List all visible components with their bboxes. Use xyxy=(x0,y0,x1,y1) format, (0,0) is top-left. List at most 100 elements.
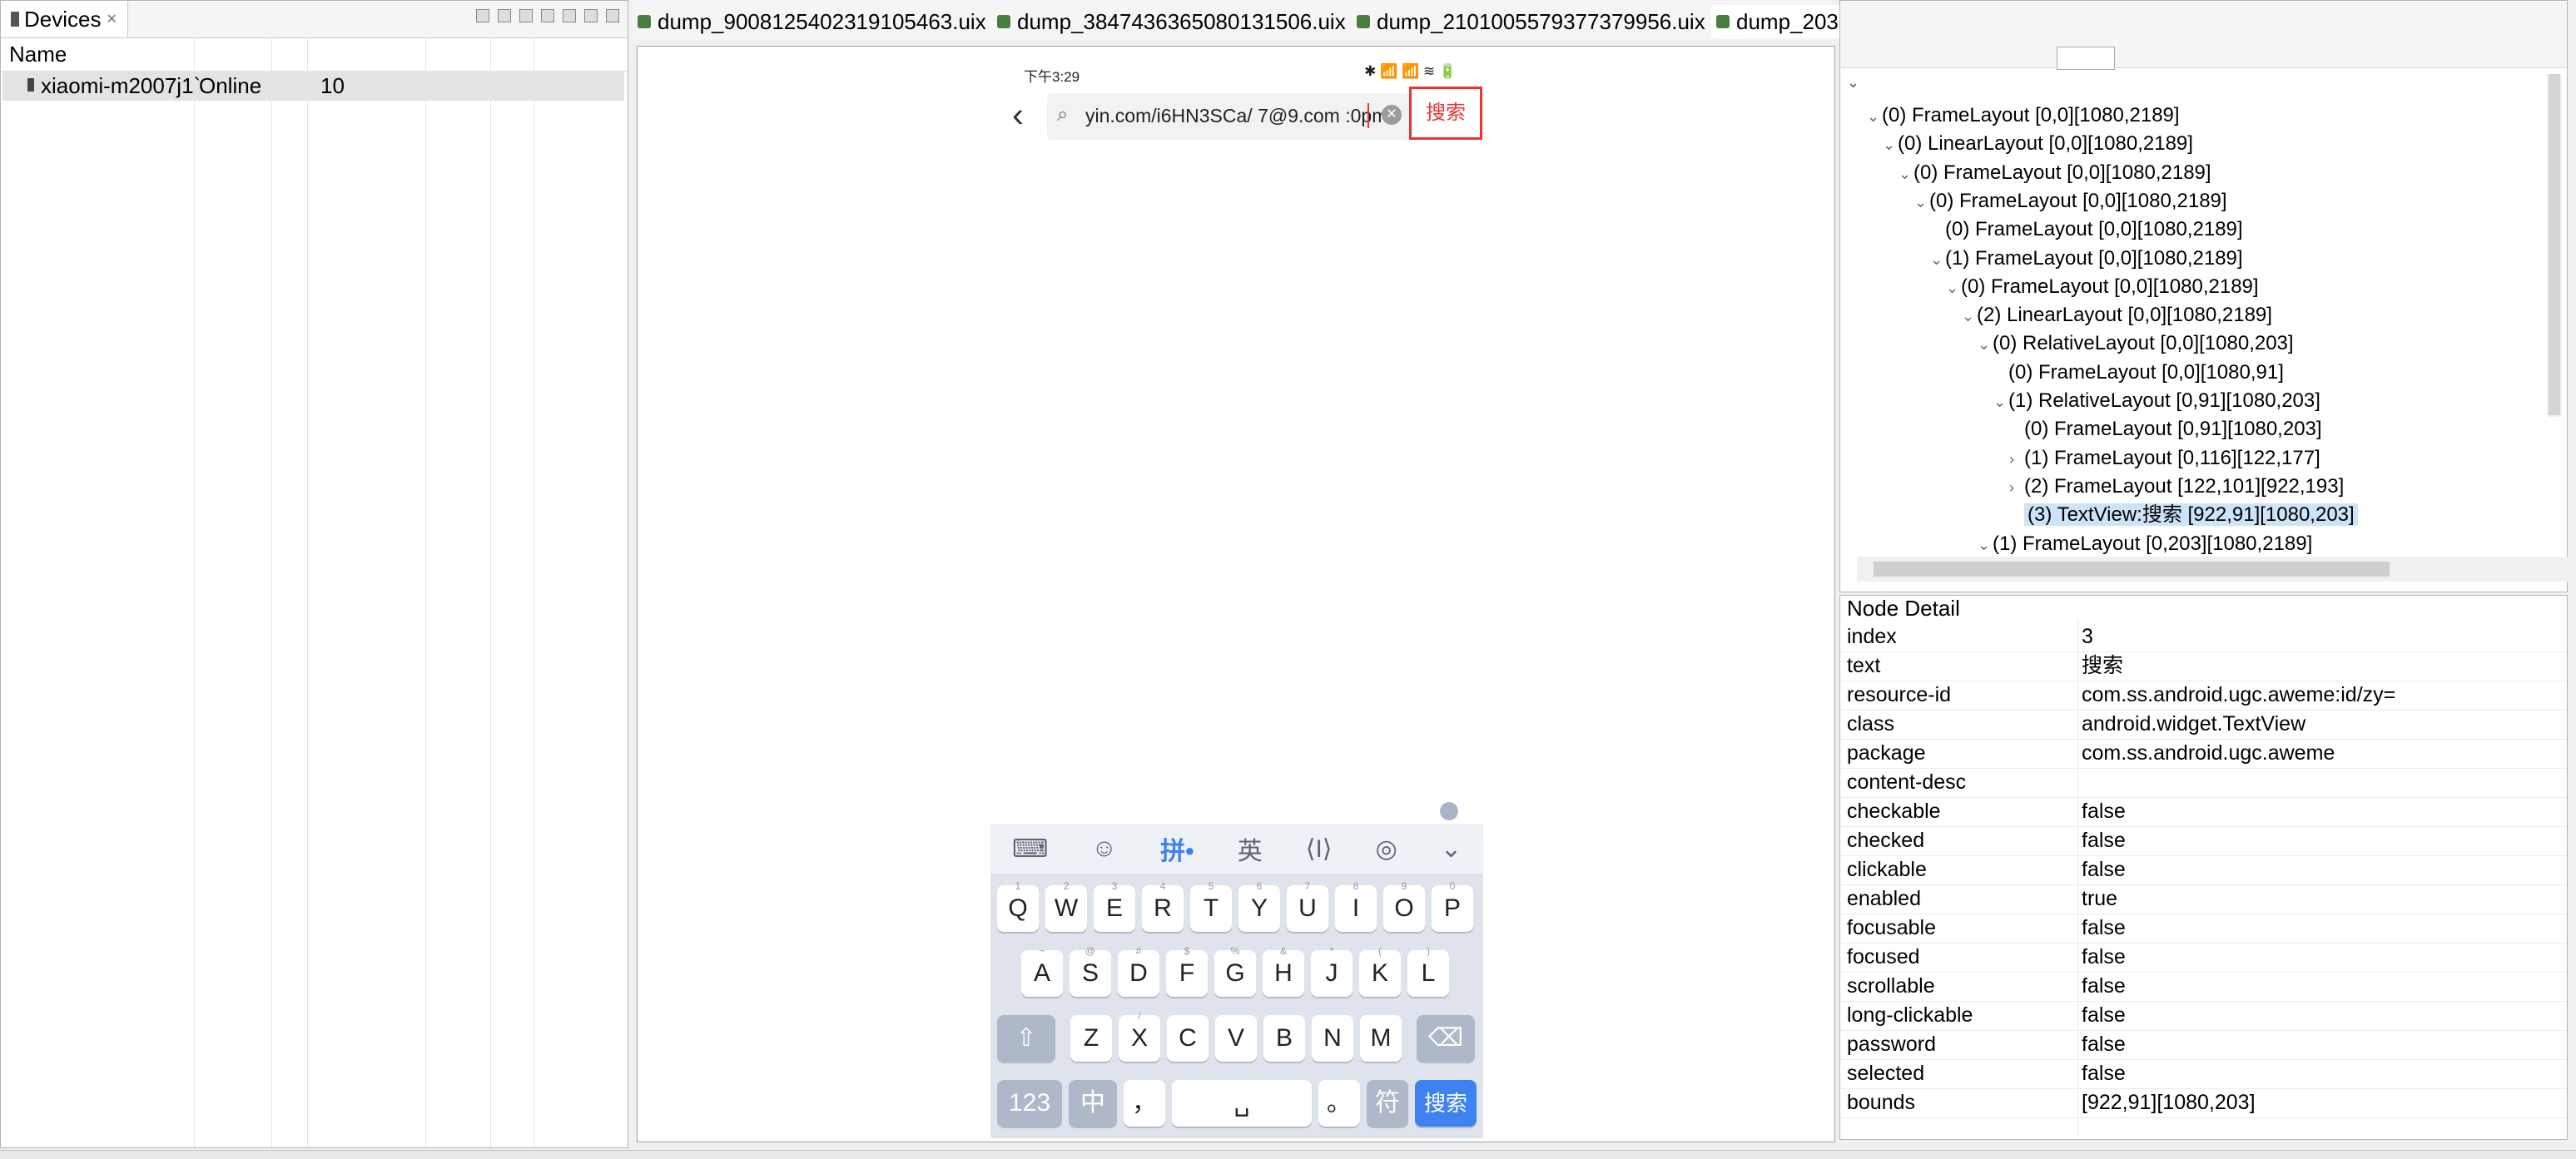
pinyin-mode[interactable]: 拼• xyxy=(1160,830,1194,867)
key-q[interactable]: 1Q xyxy=(997,880,1039,932)
collapse-icon[interactable]: ⌄ xyxy=(1847,74,1859,92)
expand-icon[interactable]: › xyxy=(2009,474,2024,501)
screenshot-icon[interactable] xyxy=(563,9,576,22)
device-row[interactable]: xiaomi-m2007j1` Online 10 xyxy=(2,71,624,101)
key-f[interactable]: $ F xyxy=(1166,945,1208,997)
tree-node[interactable]: ⌄ (0) FrameLayout [0,0][1080,2189] xyxy=(1867,102,2180,129)
key-w[interactable]: 2W xyxy=(1045,880,1087,932)
tree-node[interactable]: ⌄ (0) FrameLayout [0,0][1080,2189] xyxy=(1898,160,2211,186)
key-t[interactable]: 5T xyxy=(1190,880,1232,932)
expand-icon[interactable]: ⌄ xyxy=(1867,103,1882,130)
tree-vscroll[interactable] xyxy=(2547,74,2562,417)
detail-row[interactable]: long-clickable false xyxy=(1840,1001,2567,1031)
debug-icon[interactable] xyxy=(476,9,489,22)
key-c[interactable]: C xyxy=(1167,1015,1209,1062)
tree-node[interactable]: (3) TextView:搜索 [922,91][1080,203] xyxy=(2009,502,2358,528)
key-l[interactable]: ) L xyxy=(1407,945,1449,997)
key-u[interactable]: 7U xyxy=(1287,880,1328,932)
close-icon[interactable]: ✕ xyxy=(106,11,117,27)
key-x[interactable]: / X xyxy=(1119,1010,1160,1062)
tree-node[interactable]: ⌄ (1) RelativeLayout [0,91][1080,203] xyxy=(1993,388,2320,414)
menu-icon[interactable] xyxy=(606,9,619,22)
tree-node[interactable]: ⌄ (1) FrameLayout [0,203][1080,2189] xyxy=(1978,531,2312,557)
heap-icon[interactable] xyxy=(498,9,511,22)
expand-icon[interactable]: ⌄ xyxy=(1962,303,1977,329)
expand-icon[interactable]: ⌄ xyxy=(1978,331,1993,358)
key-e[interactable]: 3E xyxy=(1094,880,1135,932)
symbol-key[interactable]: 符 xyxy=(1367,1080,1408,1127)
expand-icon[interactable]: ⌄ xyxy=(1930,246,1945,273)
detail-row[interactable]: class android.widget.TextView xyxy=(1840,710,2567,740)
detail-row[interactable]: focused false xyxy=(1840,943,2567,973)
stop-icon[interactable] xyxy=(541,9,554,22)
search-button[interactable]: 搜索 xyxy=(1409,87,1482,140)
expand-icon[interactable]: ⌄ xyxy=(1946,275,1961,301)
editor-tab[interactable]: dump_3847436365080131506.uix xyxy=(992,5,1346,38)
hide-keyboard-icon[interactable]: ⌄ xyxy=(1441,835,1462,864)
shift-key[interactable]: ⇧ xyxy=(997,1015,1055,1062)
expand-icon[interactable]: ⌄ xyxy=(1914,189,1929,215)
detail-row[interactable]: checked false xyxy=(1840,826,2567,856)
key-d[interactable]: # D xyxy=(1118,945,1159,997)
key-r[interactable]: 4R xyxy=(1142,880,1184,932)
tree-node[interactable]: ⌄ (1) FrameLayout [0,0][1080,2189] xyxy=(1930,245,2243,272)
key-z[interactable]: Z xyxy=(1070,1015,1112,1062)
key-a[interactable]: ~ A xyxy=(1021,945,1063,997)
clear-icon[interactable]: ✕ xyxy=(1382,105,1402,125)
detail-row[interactable]: enabled true xyxy=(1840,884,2567,914)
scroll-thumb[interactable] xyxy=(2549,74,2560,415)
detail-row[interactable]: bounds [922,91][1080,203] xyxy=(1840,1088,2567,1118)
detail-row[interactable]: password false xyxy=(1840,1030,2567,1060)
key-k[interactable]: (K xyxy=(1359,945,1401,997)
detail-row[interactable]: selected false xyxy=(1840,1059,2567,1089)
cursor-icon[interactable]: ⟨I⟩ xyxy=(1306,835,1333,864)
scroll-thumb[interactable] xyxy=(1874,562,2390,577)
key-y[interactable]: 6Y xyxy=(1238,880,1280,932)
tree-node[interactable]: (0) FrameLayout [0,0][1080,91] xyxy=(1993,359,2284,386)
key-s[interactable]: @ S xyxy=(1070,945,1111,997)
back-icon[interactable]: ‹ xyxy=(1012,97,1024,132)
key-i[interactable]: 8I xyxy=(1335,880,1377,932)
tree-node[interactable]: (0) FrameLayout [0,0][1080,2189] xyxy=(1930,216,2243,243)
editor-tab[interactable]: dump_2101005579377379956.uix xyxy=(1352,5,1705,38)
key-b[interactable]: B xyxy=(1263,1015,1305,1062)
keyboard-icon[interactable]: ⌨ xyxy=(1012,835,1048,864)
key-n[interactable]: N xyxy=(1312,1015,1353,1062)
tree-node[interactable]: › (2) FrameLayout [122,101][922,193] xyxy=(2009,473,2344,500)
editor-tab[interactable]: dump_9008125402319105463.uix xyxy=(633,5,986,38)
detail-row[interactable]: content-desc xyxy=(1840,768,2567,798)
devices-tab[interactable]: Devices ✕ xyxy=(1,1,128,37)
tree-node[interactable]: ⌄ (0) FrameLayout [0,0][1080,2189] xyxy=(1914,188,2227,215)
numbers-key[interactable]: 123 xyxy=(997,1080,1062,1127)
expand-icon[interactable]: ⌄ xyxy=(1993,389,2008,415)
space-key[interactable]: ␣ xyxy=(1172,1080,1312,1127)
detail-row[interactable]: checkable false xyxy=(1840,797,2567,827)
key-m[interactable]: M xyxy=(1360,1015,1402,1062)
emoji-icon[interactable]: ☺ xyxy=(1091,835,1117,863)
device-screenshot[interactable]: 下午3:29 ✱ 📶 📶 ≋ 🔋 ‹ ⌕ yin.com/i6HN3SCa/ 7… xyxy=(990,48,1483,1138)
tree-node[interactable]: ⌄ (2) LinearLayout [0,0][1080,2189] xyxy=(1962,302,2272,329)
detail-row[interactable]: index 3 xyxy=(1840,622,2567,652)
detail-row[interactable]: focusable false xyxy=(1840,914,2567,944)
dump-view-icon[interactable] xyxy=(584,9,598,22)
voice-icon[interactable] xyxy=(1440,802,1458,820)
expand-icon[interactable]: ⌄ xyxy=(1883,131,1898,158)
comma-key[interactable]: ， xyxy=(1124,1080,1165,1127)
detail-row[interactable]: package com.ss.android.ugc.aweme xyxy=(1840,739,2567,769)
period-key[interactable]: 。 xyxy=(1318,1080,1360,1127)
search-toolbar-icon[interactable]: ◎ xyxy=(1376,835,1397,864)
key-v[interactable]: V xyxy=(1215,1015,1257,1062)
search-key[interactable]: 搜索 xyxy=(1415,1080,1477,1127)
key-g[interactable]: % G xyxy=(1214,945,1256,997)
expand-icon[interactable]: ⌄ xyxy=(1978,532,1993,558)
chinese-key[interactable]: 中 xyxy=(1069,1080,1117,1127)
key-h[interactable]: & H xyxy=(1263,945,1304,997)
tree-node[interactable]: › (1) FrameLayout [0,116][122,177] xyxy=(2009,445,2320,472)
detail-row[interactable]: text 搜索 xyxy=(1840,651,2567,681)
english-mode[interactable]: 英 xyxy=(1238,830,1263,867)
expand-icon[interactable]: ⌄ xyxy=(1898,161,1913,187)
detail-row[interactable]: clickable false xyxy=(1840,855,2567,885)
tree-node[interactable]: ⌄ (0) FrameLayout [0,0][1080,2189] xyxy=(1946,274,2259,300)
key-p[interactable]: 0P xyxy=(1432,880,1473,932)
threads-icon[interactable] xyxy=(519,9,533,22)
